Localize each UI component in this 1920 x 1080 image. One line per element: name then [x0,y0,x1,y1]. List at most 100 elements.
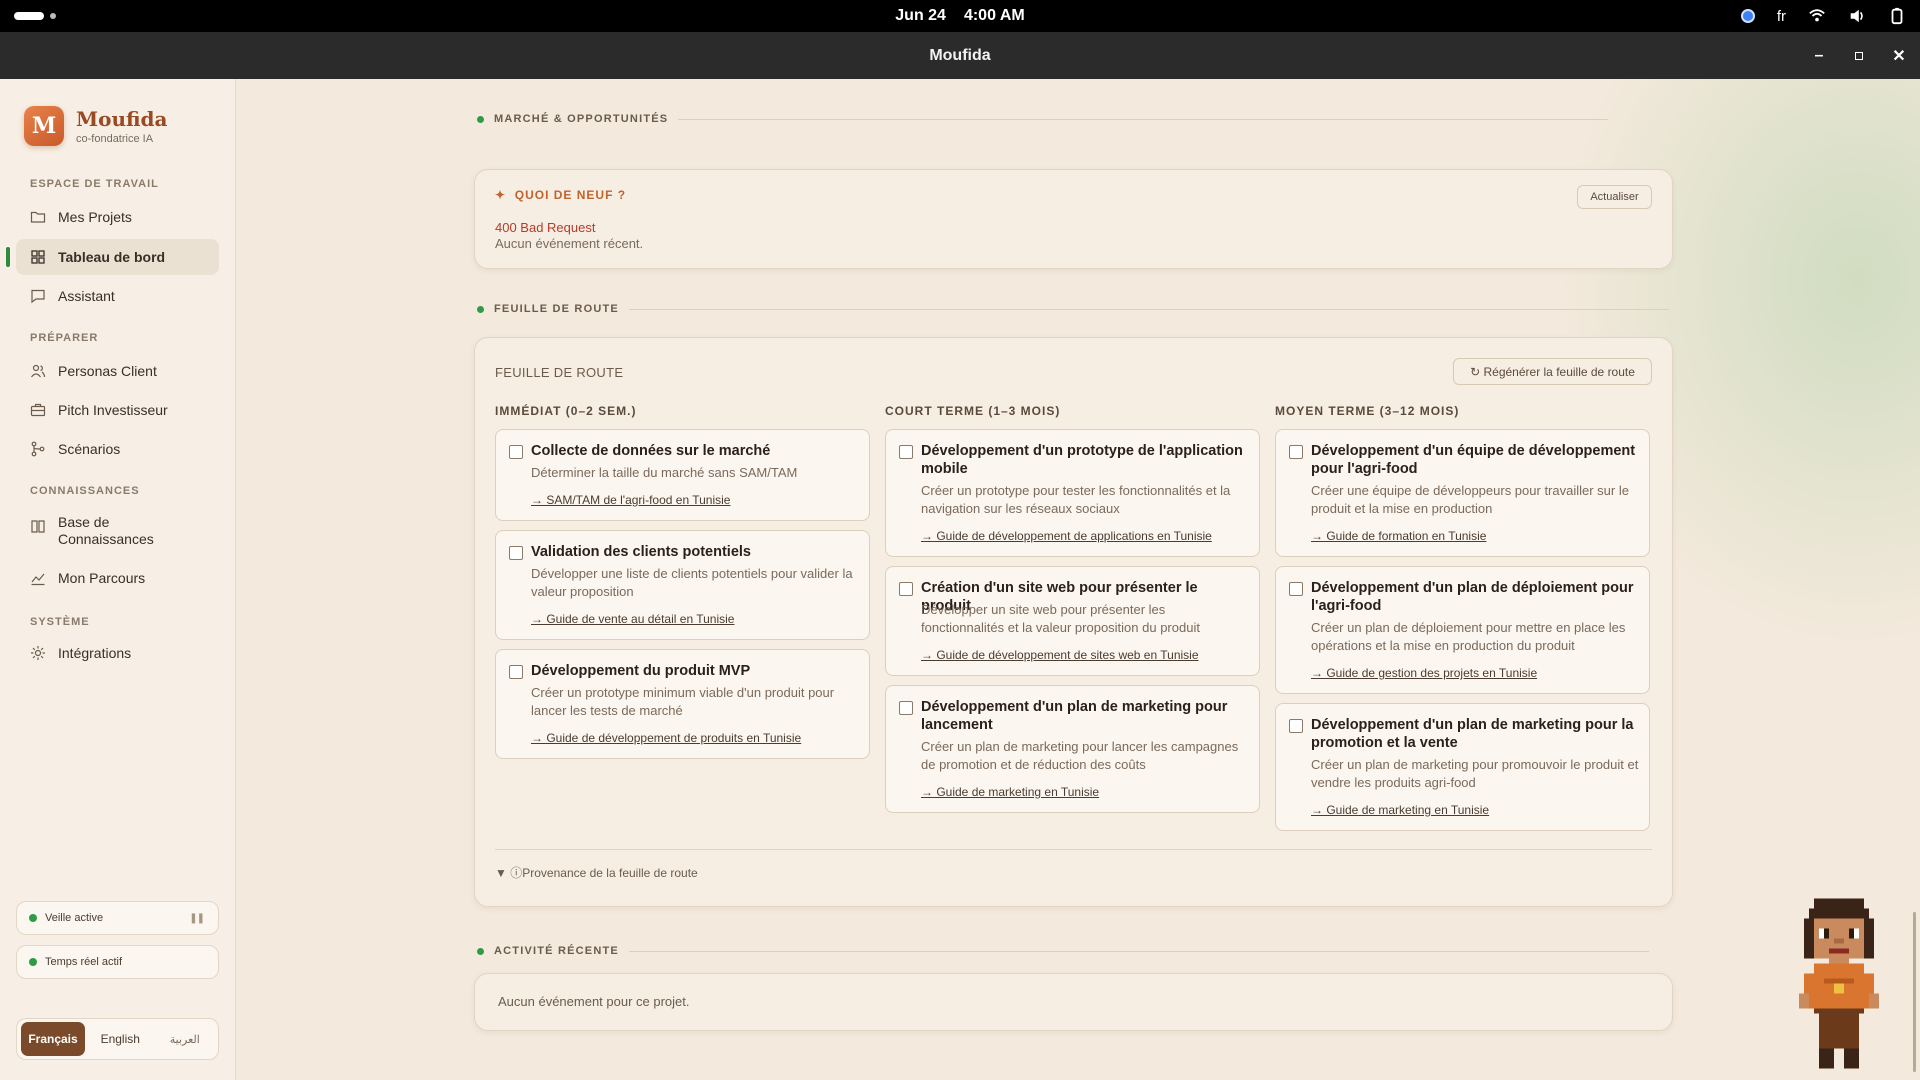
task-description: Créer un plan de marketing pour lancer l… [921,739,1239,772]
workspace-dot-icon [50,13,56,19]
mascot-avatar[interactable] [1794,898,1884,1074]
task-guide-link[interactable]: → SAM/TAM de l'agri-food en Tunisie [531,493,730,507]
realtime-status-label: Temps réel actif [45,956,123,968]
scrollbar-thumb[interactable] [1913,912,1916,1072]
sidebar-item-label: Mon Parcours [58,570,146,586]
task-description: Créer un prototype pour tester les fonct… [921,483,1231,516]
sidebar-item-label: Pitch Investisseur [58,402,168,418]
sidebar-item-label: Mes Projets [58,209,132,225]
main-content: MARCHÉ & OPPORTUNITÉS ✦ QUOI DE NEUF ? A… [237,79,1920,1080]
empty-news-text: Aucun événement récent. [495,236,644,251]
clock-time: 4:00 AM [963,7,1025,24]
task-checkbox[interactable] [899,445,913,459]
info-icon: ⓘ [510,866,523,880]
task-guide-link[interactable]: → Guide de développement de produits en … [531,731,801,745]
book-icon [30,518,46,534]
task-guide-link[interactable]: → Guide de vente au détail en Tunisie [531,612,734,626]
sidebar-item-integrations[interactable]: Intégrations [16,635,219,671]
task-guide-link[interactable]: → Guide de gestion des projets en Tunisi… [1311,666,1537,680]
task-guide-link[interactable]: → Guide de formation en Tunisie [1311,529,1486,543]
divider [678,118,1609,120]
clock[interactable]: Jun 24 4:00 AM [895,7,1024,25]
briefcase-icon [30,402,46,418]
system-tray: fr [1740,0,1906,32]
notification-dot-icon[interactable] [1740,9,1755,23]
divider [628,308,1669,310]
task-guide-link[interactable]: → Guide de développement de sites web en… [921,648,1199,662]
regenerate-roadmap-button[interactable]: ↻ Régénérer la feuille de route [1453,358,1652,385]
sidebar-item-scenarios[interactable]: Scénarios [16,431,219,467]
section-dot-icon [477,947,484,955]
news-title: ✦ QUOI DE NEUF ? [495,188,627,202]
roadmap-card: FEUILLE DE ROUTE ↻ Régénérer la feuille … [474,337,1673,907]
minimize-icon[interactable]: – [1812,47,1826,64]
sidebar-item-label: Tableau de bord [58,249,166,265]
refresh-button[interactable]: Actualiser [1577,185,1652,209]
provenance-toggle[interactable]: ▼ ⓘProvenance de la feuille de route [495,864,698,881]
news-card: ✦ QUOI DE NEUF ? Actualiser 400 Bad Requ… [474,169,1673,269]
sidebar-item-assistant[interactable]: Assistant [16,278,219,314]
active-indicator [6,247,10,267]
task-card: Développement d'un plan de marketing pou… [885,685,1260,813]
task-checkbox[interactable] [509,445,523,459]
workspace-indicator[interactable] [14,12,56,20]
divider [495,849,1652,850]
section-label-knowledge: CONNAISSANCES [30,485,140,497]
maximize-icon[interactable] [1852,49,1866,63]
volume-icon[interactable] [1848,7,1866,25]
section-heading-activity: ACTIVITÉ RÉCENTE [477,945,1649,957]
task-card: Validation des clients potentiels Dévelo… [495,530,870,640]
battery-icon[interactable] [1888,7,1906,25]
task-checkbox[interactable] [1289,719,1303,733]
divider [628,950,1649,952]
sidebar-item-projects[interactable]: Mes Projets [16,199,219,235]
task-card: Développement d'un plan de marketing pou… [1275,703,1650,831]
task-title: Développement du produit MVP [531,663,751,679]
task-description: Créer une équipe de développeurs pour tr… [1311,483,1629,516]
task-checkbox[interactable] [509,665,523,679]
brand[interactable]: M Moufida co-fondatrice IA [24,106,168,146]
section-label-prepare: PRÉPARER [30,332,99,344]
branch-icon [30,441,46,457]
sidebar-item-knowledge-base[interactable]: Base de Connaissances [16,510,219,554]
task-title: Validation des clients potentiels [531,544,751,560]
section-heading-market: MARCHÉ & OPPORTUNITÉS [477,113,1609,125]
gear-icon [30,645,46,661]
section-dot-icon [477,305,484,313]
keyboard-language[interactable]: fr [1777,8,1786,25]
task-description: Créer un plan de marketing pour promouvo… [1311,757,1639,790]
sidebar-item-personas[interactable]: Personas Client [16,353,219,389]
sidebar-item-journey[interactable]: Mon Parcours [16,560,219,596]
column-label-short-term: COURT TERME (1–3 MOIS) [885,404,1061,418]
language-option-ar[interactable]: العربية [156,1022,215,1056]
window-title: Moufida [929,46,991,64]
language-option-fr[interactable]: Français [21,1022,85,1056]
pause-icon[interactable]: ❚❚ [189,913,205,924]
sidebar-item-label: Scénarios [58,441,121,457]
task-guide-link[interactable]: → Guide de marketing en Tunisie [1311,803,1489,817]
sidebar-item-dashboard[interactable]: Tableau de bord [16,239,219,275]
brand-subtitle: co-fondatrice IA [76,133,154,145]
watch-status-toggle[interactable]: Veille active ❚❚ [16,901,219,935]
task-title: Développement d'un plan de marketing pou… [921,699,1228,733]
task-checkbox[interactable] [509,546,523,560]
error-message: 400 Bad Request [495,220,596,235]
watch-status-label: Veille active [45,912,104,924]
sidebar-item-label: Intégrations [58,645,132,661]
sidebar-item-pitch[interactable]: Pitch Investisseur [16,392,219,428]
language-option-en[interactable]: English [91,1022,150,1056]
task-guide-link[interactable]: → Guide de marketing en Tunisie [921,785,1099,799]
task-card: Collecte de données sur le marché Déterm… [495,429,870,521]
task-checkbox[interactable] [899,582,913,596]
task-card: Développement d'un plan de déploiement p… [1275,566,1650,694]
task-checkbox[interactable] [899,701,913,715]
chat-icon [30,288,46,304]
task-description: Créer un plan de déploiement pour mettre… [1311,620,1626,653]
sidebar: M Moufida co-fondatrice IA ESPACE DE TRA… [0,79,236,1080]
wifi-icon[interactable] [1808,7,1826,25]
close-icon[interactable]: ✕ [1892,48,1906,65]
task-checkbox[interactable] [1289,582,1303,596]
task-checkbox[interactable] [1289,445,1303,459]
task-description: Développer une liste de clients potentie… [531,566,853,599]
task-guide-link[interactable]: → Guide de développement de applications… [921,529,1212,543]
